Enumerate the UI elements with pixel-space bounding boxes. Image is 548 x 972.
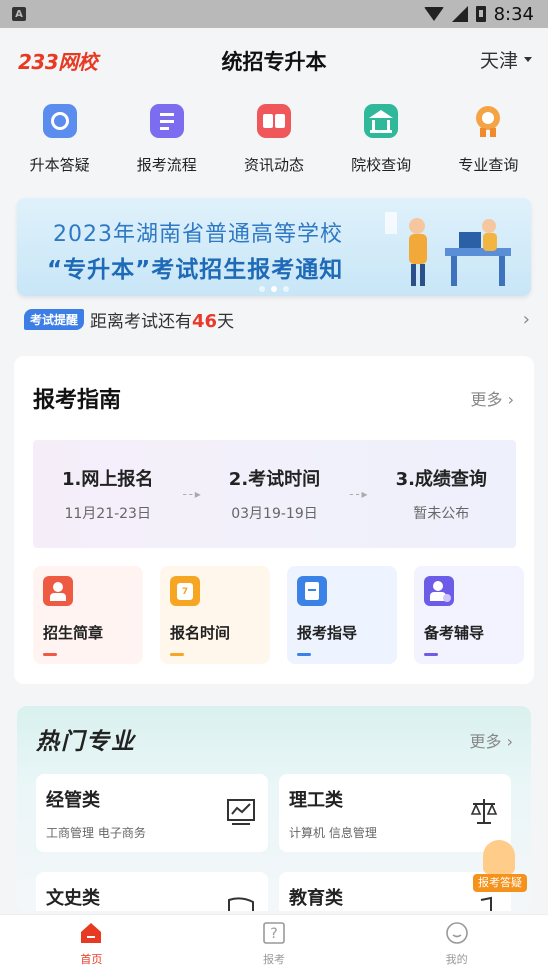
step-title: 1.网上报名 xyxy=(62,469,154,490)
profile-icon xyxy=(445,922,468,944)
tile-registration-time[interactable]: 7 报名时间 xyxy=(160,566,270,664)
tile-accent xyxy=(424,653,438,656)
step-date: 11月21-23日 xyxy=(64,506,151,522)
tab-label: 报考 xyxy=(262,953,285,966)
dashed-arrow-icon: - - ▸ xyxy=(349,487,367,501)
quick-nav-item-school[interactable]: 院校查询 xyxy=(331,98,431,188)
app-notification-icon: A xyxy=(12,7,26,21)
category-name: 理工类 xyxy=(289,790,343,811)
category-sub: 工商管理 电子商务 xyxy=(46,826,146,840)
chart-board-icon xyxy=(227,799,255,825)
book-icon xyxy=(228,897,254,911)
guide-title: 报考指南 xyxy=(33,388,122,413)
tile-exam-tutoring[interactable]: 备考辅导 xyxy=(414,566,524,664)
category-name: 经管类 xyxy=(46,790,100,811)
process-icon xyxy=(149,104,184,138)
quick-nav: 升本答疑 报考流程 资讯动态 院校查询 专业查询 xyxy=(0,90,548,188)
signal-icon xyxy=(451,6,468,22)
page-title: 统招专升本 xyxy=(221,50,327,74)
tile-label: 招生简章 xyxy=(43,624,104,642)
tab-home[interactable]: 首页 xyxy=(31,915,151,972)
tile-application-guide[interactable]: 报考指导 xyxy=(287,566,397,664)
tile-accent xyxy=(43,653,57,656)
mascot-icon xyxy=(483,840,515,874)
reminder-days: 46 xyxy=(192,310,218,332)
guide-icon xyxy=(297,576,327,606)
medal-icon xyxy=(471,104,505,138)
qa-icon xyxy=(42,104,77,138)
major-category-card[interactable]: 文史类 xyxy=(36,872,268,911)
battery-icon xyxy=(475,6,486,22)
calendar-icon: 7 xyxy=(170,576,200,606)
tab-apply[interactable]: ? 报考 xyxy=(214,915,334,972)
category-name: 文史类 xyxy=(46,888,100,909)
wifi-icon xyxy=(423,7,444,21)
tab-mine[interactable]: 我的 xyxy=(397,915,517,972)
quick-nav-label: 院校查询 xyxy=(351,156,412,174)
guide-tiles: 招生简章 7 报名时间 报考指导 备考辅导 xyxy=(14,548,534,664)
chevron-right-icon: › xyxy=(522,308,530,330)
step-date: 03月19-19日 xyxy=(231,506,318,522)
region-label: 天津 xyxy=(479,50,518,72)
guide-more-link[interactable]: 更多 › xyxy=(471,386,515,410)
category-sub: 计算机 信息管理 xyxy=(289,826,377,840)
header: 233网校 统招专升本 天津 xyxy=(0,28,548,90)
step-item[interactable]: 1.网上报名 11月21-23日 xyxy=(33,465,182,523)
quick-nav-item-news[interactable]: 资讯动态 xyxy=(224,98,324,188)
banner-line2: “专升本”考试招生报考通知 xyxy=(47,257,344,283)
tile-admission-guide[interactable]: 招生简章 xyxy=(33,566,143,664)
news-icon xyxy=(256,104,291,138)
step-date: 暂未公布 xyxy=(413,506,470,522)
region-selector[interactable]: 天津 xyxy=(480,46,532,73)
steps-strip: 1.网上报名 11月21-23日 - - ▸ 2.考试时间 03月19-19日 … xyxy=(33,440,516,548)
reminder-text: 距离考试还有46天 xyxy=(90,310,235,332)
tab-label: 我的 xyxy=(445,953,468,966)
question-icon: ? xyxy=(263,922,285,944)
exam-reminder[interactable]: 考试提醒 距离考试还有46天 › xyxy=(0,296,548,342)
quick-nav-label: 升本答疑 xyxy=(29,156,90,174)
tile-label: 报名时间 xyxy=(170,624,231,642)
music-icon xyxy=(480,896,492,911)
hot-majors-title: 热门专业 xyxy=(36,729,136,755)
tutor-icon xyxy=(424,576,454,606)
reminder-tag: 考试提醒 xyxy=(24,308,85,330)
home-icon xyxy=(81,923,102,943)
step-item[interactable]: 2.考试时间 03月19-19日 xyxy=(200,465,349,523)
carousel-dots xyxy=(17,286,531,292)
tile-label: 报考指导 xyxy=(297,624,358,642)
school-icon xyxy=(364,104,399,138)
banner-line1: 2023年湖南省普通高等学校 xyxy=(53,222,343,247)
step-title: 3.成绩查询 xyxy=(395,469,487,490)
quick-nav-item-process[interactable]: 报考流程 xyxy=(117,98,217,188)
hot-majors-more-link[interactable]: 更多 › xyxy=(470,728,514,752)
status-time: 8:34 xyxy=(493,3,534,25)
scale-icon xyxy=(470,799,498,824)
status-bar: A 8:34 xyxy=(0,0,548,28)
admission-icon xyxy=(43,576,73,606)
guide-card: 报考指南 更多 › 1.网上报名 11月21-23日 - - ▸ 2.考试时间 … xyxy=(14,356,534,684)
major-category-card[interactable]: 经管类 工商管理 电子商务 xyxy=(36,774,268,852)
bottom-tab-bar: 首页 ? 报考 我的 xyxy=(0,914,548,972)
step-item[interactable]: 3.成绩查询 暂未公布 xyxy=(367,465,516,523)
caret-down-icon xyxy=(524,57,532,62)
quick-nav-label: 资讯动态 xyxy=(243,156,304,174)
tile-accent xyxy=(297,653,311,656)
quick-nav-item-major[interactable]: 专业查询 xyxy=(438,98,538,188)
quick-nav-label: 报考流程 xyxy=(136,156,197,174)
hot-majors-section: 热门专业 更多 › 经管类 工商管理 电子商务 理工类 计算机 信息管理 文史类… xyxy=(17,706,531,911)
tile-label: 备考辅导 xyxy=(424,624,485,642)
step-title: 2.考试时间 xyxy=(228,469,321,490)
consult-label: 报考答疑 xyxy=(473,874,527,892)
dashed-arrow-icon: - - ▸ xyxy=(182,487,200,501)
office-illustration xyxy=(385,212,511,286)
consult-float-button[interactable]: 报考答疑 xyxy=(473,838,527,896)
svg-text:?: ? xyxy=(270,926,277,942)
tile-accent xyxy=(170,653,184,656)
promo-banner[interactable]: 2023年湖南省普通高等学校 “专升本”考试招生报考通知 xyxy=(17,198,531,296)
category-name: 教育类 xyxy=(289,888,343,909)
quick-nav-item-qa[interactable]: 升本答疑 xyxy=(10,98,110,188)
tab-label: 首页 xyxy=(80,953,103,966)
quick-nav-label: 专业查询 xyxy=(458,156,519,174)
